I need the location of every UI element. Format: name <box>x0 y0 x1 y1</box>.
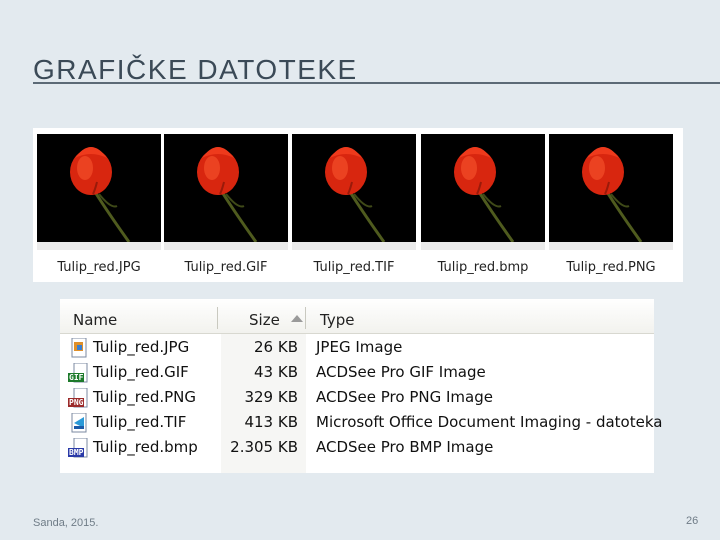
thumbnail-panel: Tulip_red.JPG Tulip_red.GIF Tulip_red.TI… <box>33 128 683 282</box>
file-type: ACDSee Pro BMP Image <box>316 438 494 456</box>
column-header-name[interactable]: Name <box>73 299 117 333</box>
file-size: 26 KB <box>254 338 298 356</box>
file-explorer-list: Name Size Type Tulip_red.JPG 26 KB JPEG … <box>60 299 662 473</box>
file-name: Tulip_red.PNG <box>93 388 196 406</box>
title-divider <box>33 82 720 84</box>
file-size: 2.305 KB <box>230 438 298 456</box>
file-type-badge: PNG <box>68 398 85 407</box>
file-type: ACDSee Pro GIF Image <box>316 363 486 381</box>
file-name: Tulip_red.GIF <box>93 363 189 381</box>
thumbnail-item[interactable]: Tulip_red.JPG <box>37 134 161 275</box>
thumbnail-item[interactable]: Tulip_red.GIF <box>164 134 288 275</box>
thumbnail-image <box>164 134 288 250</box>
file-type-badge: BMP <box>68 448 85 457</box>
column-header-bar: Name Size Type <box>60 299 654 334</box>
file-name: Tulip_red.JPG <box>93 338 190 356</box>
thumbnail-item[interactable]: Tulip_red.PNG <box>549 134 673 275</box>
thumbnail-image <box>421 134 545 250</box>
thumbnail-label: Tulip_red.JPG <box>57 260 141 275</box>
thumbnail-label: Tulip_red.GIF <box>184 260 268 275</box>
bmp-file-icon: BMP <box>68 437 90 458</box>
file-size: 413 KB <box>244 413 298 431</box>
red-tulip-photo <box>421 134 545 242</box>
file-size: 43 KB <box>254 363 298 381</box>
file-row[interactable]: Tulip_red.TIF 413 KB Microsoft Office Do… <box>60 410 662 435</box>
file-name: Tulip_red.TIF <box>93 413 187 431</box>
jpeg-file-icon <box>68 337 90 358</box>
thumbnail-image <box>549 134 673 250</box>
thumbnail-label: Tulip_red.bmp <box>437 260 529 275</box>
column-separator <box>305 307 306 329</box>
file-row[interactable]: Tulip_red.JPG 26 KB JPEG Image <box>60 335 654 360</box>
thumbnail-label: Tulip_red.PNG <box>566 260 656 275</box>
file-row[interactable]: BMP Tulip_red.bmp 2.305 KB ACDSee Pro BMP… <box>60 435 654 460</box>
thumbnail-item[interactable]: Tulip_red.TIF <box>292 134 416 275</box>
thumbnail-label: Tulip_red.TIF <box>313 260 395 275</box>
file-type-badge: GIF <box>68 373 85 382</box>
column-separator <box>217 307 218 329</box>
file-size: 329 KB <box>244 388 298 406</box>
file-name: Tulip_red.bmp <box>93 438 198 456</box>
file-row[interactable]: PNG Tulip_red.PNG 329 KB ACDSee Pro PNG I… <box>60 385 654 410</box>
file-type: Microsoft Office Document Imaging - dato… <box>316 413 663 431</box>
red-tulip-photo <box>164 134 288 242</box>
page-number: 26 <box>686 515 699 527</box>
tif-file-icon <box>68 412 90 433</box>
thumbnail-image <box>292 134 416 250</box>
red-tulip-photo <box>37 134 161 242</box>
file-row[interactable]: GIF Tulip_red.GIF 43 KB ACDSee Pro GIF Im… <box>60 360 654 385</box>
thumbnail-image <box>37 134 161 250</box>
thumbnail-item[interactable]: Tulip_red.bmp <box>421 134 545 275</box>
file-type: JPEG Image <box>316 338 403 356</box>
png-file-icon: PNG <box>68 387 90 408</box>
sort-ascending-icon <box>291 315 303 322</box>
red-tulip-photo <box>292 134 416 242</box>
file-type: ACDSee Pro PNG Image <box>316 388 493 406</box>
column-header-type[interactable]: Type <box>320 299 354 333</box>
red-tulip-photo <box>549 134 673 242</box>
footer-author: Sanda, 2015. <box>33 517 99 529</box>
column-header-size[interactable]: Size <box>249 299 280 333</box>
gif-file-icon: GIF <box>68 362 90 383</box>
